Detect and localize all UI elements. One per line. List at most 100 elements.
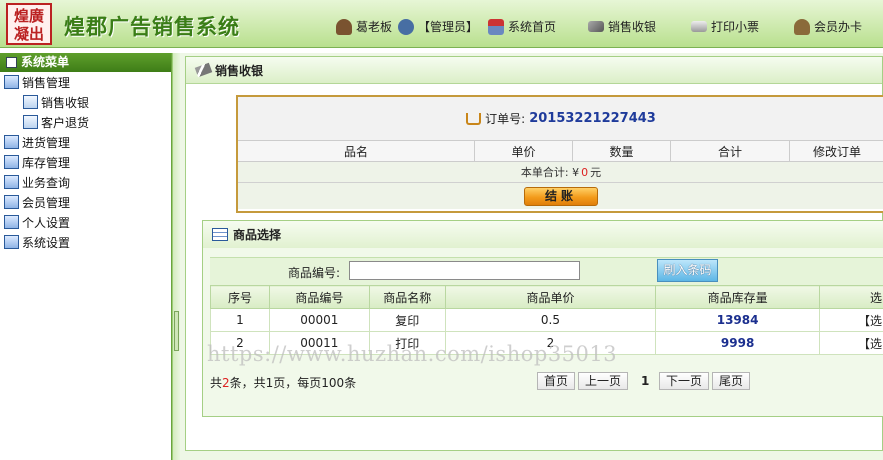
sidebar-item-label: 进货管理 — [22, 135, 71, 150]
user-info: 葛老板 — [336, 18, 392, 35]
user-icon — [336, 18, 352, 35]
current-page: 1 — [641, 374, 650, 388]
sales-icon — [588, 21, 604, 32]
sidebar-item-label: 销售管理 — [22, 75, 71, 90]
sidebar-item-label: 会员管理 — [22, 195, 71, 210]
checkout-button[interactable]: 结账 — [524, 186, 598, 206]
cell-stock: 13984 — [655, 308, 820, 332]
sidebar-item-label: 业务查询 — [22, 175, 71, 190]
home-icon — [488, 18, 504, 35]
nav-member-label: 会员办卡 — [814, 20, 863, 34]
th-price: 商品单价 — [444, 285, 657, 309]
order-total: 本单合计: ¥ 0 元 — [238, 162, 883, 183]
scan-barcode-button[interactable]: 刷入条码 — [657, 259, 718, 282]
cell-code: 00011 — [268, 331, 370, 355]
sidebar-splitter[interactable] — [172, 53, 180, 460]
checkout-panel: 销售收银 订单号: 20153221227443 品名 单价 数量 合计 修改订… — [185, 56, 883, 451]
sidebar-item-members[interactable]: 会员管理 — [0, 192, 171, 212]
table-row: 1 00001 复印 0.5 13984 【选 — [210, 308, 883, 332]
order-number-label: 订单号: — [485, 112, 526, 126]
nav-home-label: 系统首页 — [508, 20, 557, 34]
main-area: 销售收银 订单号: 20153221227443 品名 单价 数量 合计 修改订… — [180, 53, 883, 460]
first-page-button[interactable]: 首页 — [537, 372, 575, 390]
sidebar-item-inventory[interactable]: 库存管理 — [0, 152, 171, 172]
product-selection-header: 商品选择 — [203, 221, 883, 248]
cell-name: 复印 — [368, 308, 446, 332]
select-link[interactable]: 【选 — [818, 331, 883, 355]
window-icon — [4, 155, 19, 169]
col-quantity: 数量 — [573, 141, 671, 161]
nav-print[interactable]: 打印小票 — [691, 18, 759, 35]
window-icon — [4, 235, 19, 249]
window-icon — [4, 135, 19, 149]
cell-price: 0.5 — [444, 308, 657, 332]
sidebar-title: 系统菜单 — [0, 53, 171, 72]
col-edit-order: 修改订单 — [812, 144, 861, 159]
pager-count: 2 — [222, 376, 230, 390]
sidebar-item-sales-checkout[interactable]: 销售收银 — [0, 92, 171, 112]
sidebar-item-purchase[interactable]: 进货管理 — [0, 132, 171, 152]
sidebar-item-label: 个人设置 — [22, 215, 71, 230]
search-row: 商品编号: 刷入条码 — [210, 257, 883, 285]
logo-text: 煌廣凝出 — [13, 7, 44, 43]
nav-sales[interactable]: 销售收银 — [588, 18, 656, 35]
print-icon — [691, 21, 707, 32]
sidebar-item-label: 系统设置 — [22, 235, 71, 250]
last-page-button[interactable]: 尾页 — [712, 372, 750, 390]
pay-row: 结账 — [238, 183, 883, 209]
col-product-name: 品名 — [238, 141, 475, 161]
cell-code: 00001 — [268, 308, 370, 332]
next-page-button[interactable]: 下一页 — [659, 372, 709, 390]
sidebar-item-system[interactable]: 系统设置 — [0, 232, 171, 252]
pagination: 共2条，共1页，每页100条 首页 上一页 1 下一页 尾页 — [210, 371, 883, 391]
logo-seal: 煌廣凝出 — [6, 3, 52, 45]
role-info: 【管理员】 — [398, 18, 478, 35]
select-link[interactable]: 【选 — [818, 308, 883, 332]
panel-header: 销售收银 — [186, 57, 882, 84]
page-icon — [23, 95, 38, 109]
table-row: 2 00011 打印 2 9998 【选 — [210, 331, 883, 355]
total-value: 0 — [581, 165, 589, 179]
th-index: 序号 — [210, 285, 270, 309]
sidebar-item-customer-return[interactable]: 客户退货 — [0, 112, 171, 132]
nav-print-label: 打印小票 — [711, 20, 760, 34]
th-name: 商品名称 — [368, 285, 446, 309]
prev-page-button[interactable]: 上一页 — [578, 372, 628, 390]
order-number-row: 订单号: 20153221227443 — [238, 97, 883, 141]
sidebar-item-personal[interactable]: 个人设置 — [0, 212, 171, 232]
window-icon — [4, 175, 19, 189]
product-table: 序号 商品编号 商品名称 商品单价 商品库存量 选 1 00001 复印 0.5… — [210, 285, 883, 355]
splitter-handle[interactable] — [174, 311, 179, 351]
pager-info: 共2条，共1页，每页100条 — [210, 374, 356, 391]
role-label: 【管理员】 — [418, 20, 479, 34]
th-select: 选 — [818, 285, 883, 309]
menu-icon — [6, 57, 17, 68]
table-header-row: 序号 商品编号 商品名称 商品单价 商品库存量 选 — [210, 285, 883, 309]
sidebar: 系统菜单 销售管理 销售收银 客户退货 进货管理 库存管理 业务查询 会员管理 … — [0, 53, 172, 460]
product-code-label: 商品编号: — [288, 266, 341, 280]
cart-icon — [466, 112, 482, 125]
sidebar-item-label: 销售收银 — [41, 95, 90, 110]
nav-member[interactable]: 会员办卡 — [794, 18, 862, 35]
user-name: 葛老板 — [356, 20, 393, 34]
page-icon — [23, 115, 38, 129]
pager-suffix: 条，共1页，每页100条 — [229, 376, 357, 390]
cell-index: 1 — [210, 308, 270, 332]
product-code-input[interactable] — [349, 261, 580, 280]
order-number: 20153221227443 — [529, 111, 656, 126]
cell-name: 打印 — [368, 331, 446, 355]
col-unit-price: 单价 — [475, 141, 573, 161]
window-icon — [4, 195, 19, 209]
total-prefix: 本单合计: ¥ — [520, 166, 580, 179]
cell-price: 2 — [444, 331, 657, 355]
window-icon — [4, 75, 19, 89]
nav-home[interactable]: 系统首页 — [488, 18, 556, 35]
panel-title: 销售收银 — [215, 63, 264, 78]
member-icon — [794, 18, 810, 35]
th-stock: 商品库存量 — [655, 285, 820, 309]
sidebar-title-label: 系统菜单 — [21, 55, 70, 69]
sidebar-item-query[interactable]: 业务查询 — [0, 172, 171, 192]
pencil-icon — [194, 62, 213, 78]
sidebar-item-sales-management[interactable]: 销售管理 — [0, 72, 171, 92]
pager-prefix: 共 — [210, 376, 223, 390]
